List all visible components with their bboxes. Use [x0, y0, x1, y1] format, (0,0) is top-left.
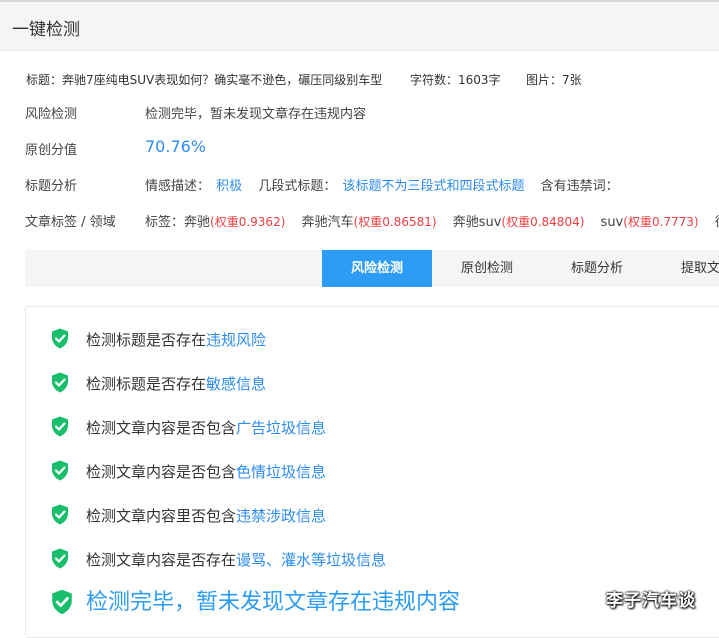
- risk-value: 检测完毕，暂未发现文章存在违规内容: [145, 107, 367, 122]
- page-header: 一键检测: [0, 2, 719, 51]
- risk-label: 风险检测: [25, 107, 78, 122]
- sentiment-value: 积极: [216, 179, 243, 194]
- shield-check-icon: [52, 460, 68, 481]
- tag-name: 奔驰suv: [452, 215, 502, 230]
- tag-item: suv(权重0.7773): [601, 215, 699, 230]
- originality-label: 原创分值: [25, 143, 78, 158]
- tags-prefix: 标签：: [145, 215, 185, 230]
- title-label: 标题：: [26, 73, 63, 87]
- originality-score: 70.76%: [145, 137, 207, 156]
- segment-value: 该标题不为三段式和四段式标题: [342, 179, 525, 194]
- tag-weight: (权重0.7773): [623, 215, 699, 229]
- shield-check-icon: [52, 504, 68, 525]
- shield-check-icon: [52, 328, 68, 349]
- check-link[interactable]: 谩骂、灌水等垃圾信息: [236, 551, 386, 569]
- final-result: 检测完毕，暂未发现文章存在违规内容: [51, 589, 460, 619]
- tag-weight: (权重0.84804): [501, 215, 585, 229]
- page-title: 一键检测: [12, 20, 80, 40]
- check-text: 检测文章内容是否存在: [86, 551, 237, 569]
- check-link[interactable]: 违规风险: [206, 331, 266, 349]
- char-count-label: 字符数：: [410, 73, 459, 87]
- tag-item: 德国: [715, 215, 719, 230]
- check-text: 检测文章内容是否包含: [86, 463, 237, 481]
- image-count-label: 图片：: [526, 73, 563, 87]
- tag-item: 奔驰(权重0.9362): [184, 215, 285, 230]
- tag-name: 奔驰汽车: [301, 215, 354, 230]
- tag-weight: (权重0.9362): [210, 215, 286, 229]
- segment-label: 几段式标题：: [258, 179, 337, 194]
- check-link[interactable]: 广告垃圾信息: [236, 419, 326, 437]
- check-text: 检测标题是否存在: [86, 375, 207, 393]
- watermark: 李子汽车谈: [606, 591, 696, 611]
- check-link[interactable]: 色情垃圾信息: [236, 463, 326, 481]
- banned-words-label: 含有违禁词：: [540, 179, 619, 194]
- tag-weight: (权重0.86581): [353, 215, 437, 229]
- originality-row: 原创分值 70.76%: [25, 137, 206, 158]
- check-text: 检测标题是否存在: [86, 331, 207, 349]
- tab-bar: 风险检测 原创检测 标题分析 提取文章: [25, 250, 719, 287]
- shield-check-icon: [52, 589, 72, 615]
- risk-row: 风险检测 检测完毕，暂未发现文章存在违规内容: [25, 103, 366, 122]
- check-text: 检测文章内容里否包含: [86, 507, 237, 525]
- article-title: 奔驰7座纯电SUV表现如何？确实毫不逊色，碾压同级别车型: [62, 73, 383, 87]
- check-link[interactable]: 敏感信息: [206, 375, 266, 393]
- title-analysis-row: 标题分析 情感描述： 积极 几段式标题： 该标题不为三段式和四段式标题 含有违禁…: [25, 175, 619, 194]
- shield-check-icon: [52, 416, 68, 437]
- tag-list: 标签：奔驰(权重0.9362) 奔驰汽车(权重0.86581) 奔驰suv(权重…: [145, 211, 719, 230]
- title-analysis-label: 标题分析: [25, 179, 78, 194]
- article-meta: 标题：奔驰7座纯电SUV表现如何？确实毫不逊色，碾压同级别车型 字符数：1603…: [26, 71, 582, 88]
- tag-item: 奔驰suv(权重0.84804): [453, 215, 585, 230]
- final-result-text: 检测完毕，暂未发现文章存在违规内容: [86, 590, 461, 615]
- check-text: 检测文章内容是否包含: [86, 419, 237, 437]
- shield-check-icon: [52, 548, 68, 569]
- tab-title-analysis[interactable]: 标题分析: [542, 250, 652, 287]
- image-count-value: 7张: [562, 73, 582, 87]
- char-count-value: 1603字: [458, 73, 501, 87]
- char-count: 字符数：1603字: [410, 71, 501, 88]
- tags-row: 文章标签 / 领域 标签：奔驰(权重0.9362) 奔驰汽车(权重0.86581…: [25, 211, 719, 230]
- shield-check-icon: [52, 372, 68, 393]
- tag-name: suv: [600, 215, 624, 230]
- tab-originality-detection[interactable]: 原创检测: [432, 250, 542, 287]
- tag-name: 德国: [715, 215, 719, 230]
- tab-extract-article[interactable]: 提取文章: [652, 250, 719, 287]
- sentiment-label: 情感描述：: [145, 179, 211, 194]
- tag-name: 奔驰: [184, 215, 211, 230]
- check-link[interactable]: 违禁涉政信息: [236, 507, 326, 525]
- title-analysis-values: 情感描述： 积极 几段式标题： 该标题不为三段式和四段式标题 含有违禁词：: [145, 175, 619, 194]
- tab-risk-detection[interactable]: 风险检测: [322, 250, 432, 287]
- tags-label: 文章标签 / 领域: [25, 215, 116, 230]
- tag-item: 奔驰汽车(权重0.86581): [302, 215, 437, 230]
- image-count: 图片：7张: [526, 71, 582, 88]
